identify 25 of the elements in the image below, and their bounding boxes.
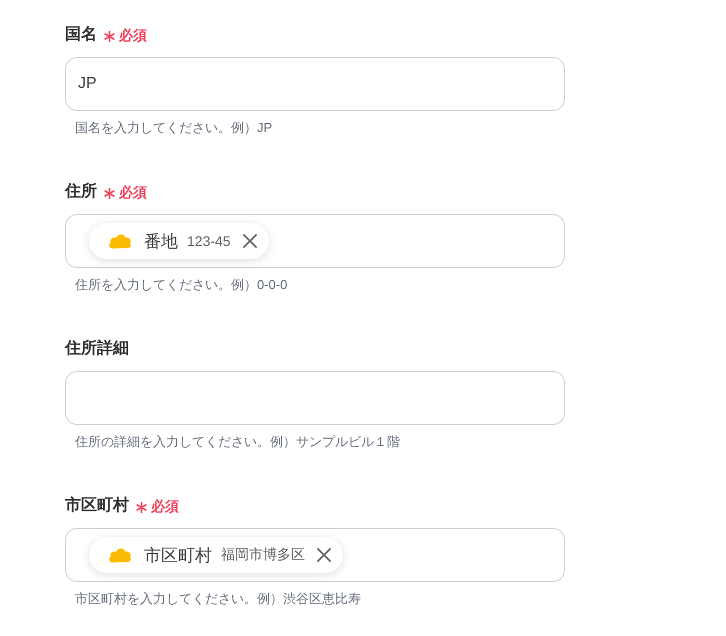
field-label: 住所詳細 (65, 339, 129, 359)
required-label: 必須 (119, 183, 147, 202)
variable-chip[interactable]: 市区町村 福岡市博多区 (89, 537, 343, 573)
text-field[interactable]: JP (65, 57, 565, 111)
chip-value: 福岡市博多区 (221, 546, 305, 564)
chip-label: 番地 (144, 230, 178, 252)
chip-value: 123-45 (187, 233, 231, 249)
field-hint: 住所の詳細を入力してください。例）サンプルビル１階 (74, 433, 401, 451)
cloud-icon (108, 547, 132, 563)
field-hint: 住所を入力してください。例）0-0-0 (74, 276, 288, 294)
tag-input-field[interactable]: 番地 123-45 (65, 214, 565, 268)
close-icon[interactable] (317, 548, 331, 562)
field-label: 国名 (65, 25, 97, 45)
variable-chip[interactable]: 番地 123-45 (89, 223, 269, 259)
field-label: 市区町村 (65, 496, 129, 516)
field-hint: 市区町村を入力してください。例）渋谷区恵比寿 (74, 590, 362, 608)
field-hint: 国名を入力してください。例）JP (74, 119, 274, 137)
cloud-icon (108, 233, 132, 249)
close-icon[interactable] (242, 234, 257, 248)
tag-input-field[interactable]: 市区町村 福岡市博多区 (65, 528, 565, 582)
chip-label: 市区町村 (144, 544, 212, 566)
text-field[interactable] (65, 371, 565, 425)
required-label: 必須 (151, 497, 179, 516)
field-label: 住所 (65, 182, 97, 202)
required-label: 必須 (119, 26, 147, 45)
